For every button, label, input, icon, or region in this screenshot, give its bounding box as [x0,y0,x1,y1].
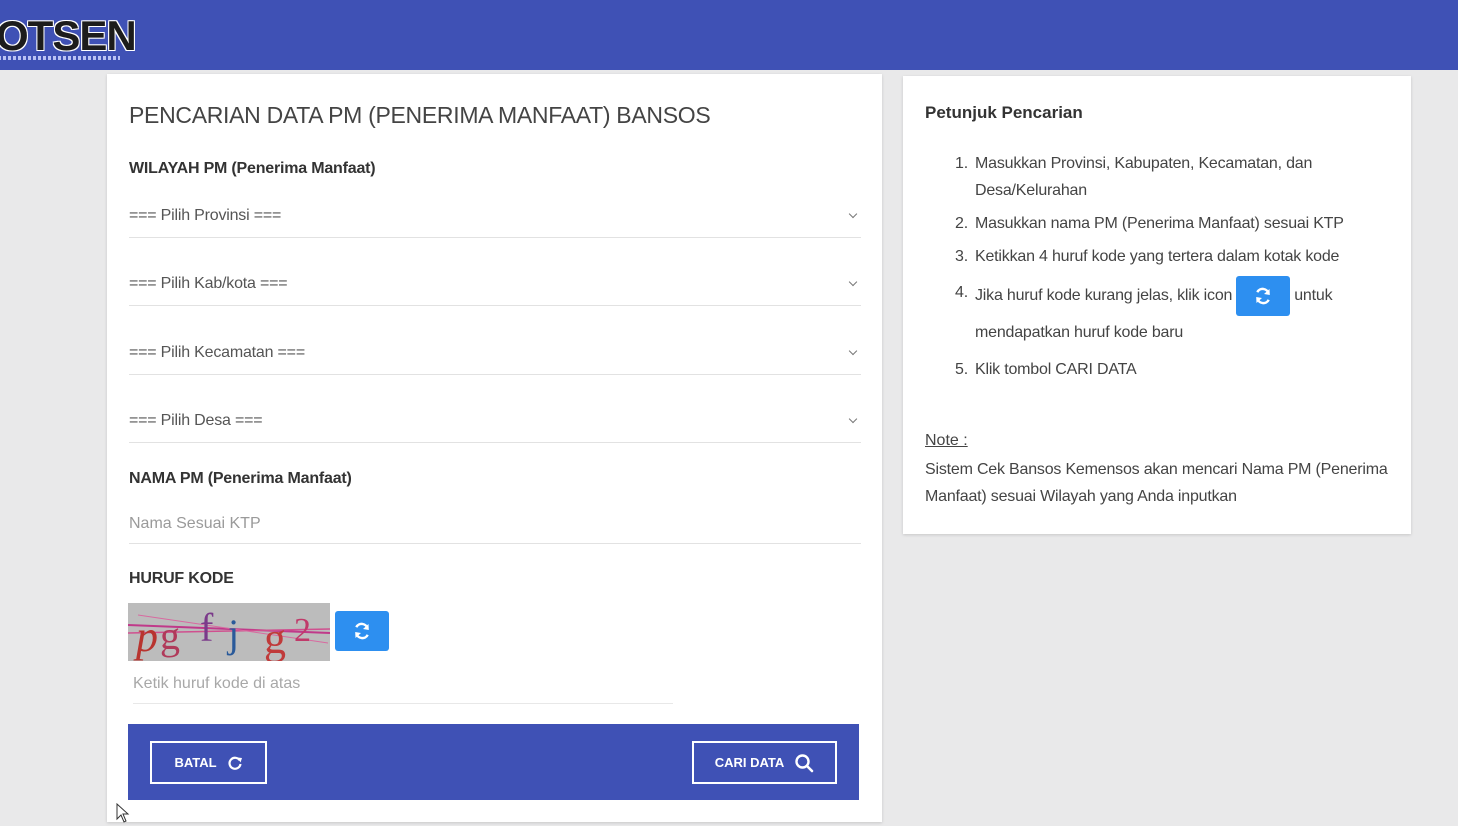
huruf-kode-label: HURUF KODE [129,570,234,587]
refresh-captcha-button[interactable] [335,611,389,651]
help-item-text: Masukkan Provinsi, Kabupaten, Kecamatan,… [975,155,1313,199]
site-logo[interactable]: OTSEN [0,10,137,70]
refresh-icon [1256,287,1271,305]
help-item-number: 2. [955,215,968,232]
top-header-bar: OTSEN [0,0,1458,70]
mouse-cursor-icon [116,803,130,823]
logo-tagline [0,56,120,60]
help-title: Petunjuk Pencarian [925,103,1083,122]
help-item-text: Ketikkan 4 huruf kode yang tertera dalam… [975,248,1340,265]
nama-label: NAMA PM (Penerima Manfaat) [129,470,352,487]
search-icon [795,753,814,772]
search-form-card: PENCARIAN DATA PM (PENERIMA MANFAAT) BAN… [107,74,882,822]
help-item-number: 4. [955,284,968,301]
provinsi-select-value: === Pilih Provinsi === [129,206,282,224]
chevron-down-icon [847,277,861,291]
note-label: Note : [925,432,968,449]
help-item: 5. Klik tombol CARI DATA [955,356,1395,383]
svg-text:g: g [160,613,180,658]
svg-text:f: f [200,605,214,650]
help-item: 3. Ketikkan 4 huruf kode yang tertera da… [955,243,1395,270]
refresh-icon-illustration [1236,276,1291,316]
help-card: Petunjuk Pencarian 1. Masukkan Provinsi,… [903,76,1411,534]
page-title: PENCARIAN DATA PM (PENERIMA MANFAAT) BAN… [129,102,711,128]
svg-text:g: g [264,614,286,661]
kecamatan-select-value: === Pilih Kecamatan === [129,343,305,361]
svg-text:j: j [226,611,239,656]
help-item-text: Masukkan nama PM (Penerima Manfaat) sesu… [975,215,1344,232]
svg-text:2: 2 [294,612,311,649]
help-item-number: 1. [955,155,968,172]
cari-data-button[interactable]: CARI DATA [692,741,837,784]
chevron-down-icon [847,346,861,360]
svg-text:p: p [133,612,158,661]
wilayah-label: WILAYAH PM (Penerima Manfaat) [129,160,376,177]
kabkota-select[interactable]: === Pilih Kab/kota === [129,262,861,306]
help-item-text: Jika huruf kode kurang jelas, klik icon [975,287,1233,305]
batal-button[interactable]: BATAL [150,741,267,784]
kecamatan-select[interactable]: === Pilih Kecamatan === [129,331,861,375]
refresh-icon [355,622,369,640]
help-item-number: 5. [955,361,968,378]
reset-icon [228,756,242,770]
desa-select[interactable]: === Pilih Desa === [129,399,861,443]
desa-select-value: === Pilih Desa === [129,411,263,429]
form-action-bar: BATAL CARI DATA [128,724,859,800]
help-list: 1. Masukkan Provinsi, Kabupaten, Kecamat… [955,150,1395,389]
help-item-number: 3. [955,248,968,265]
captcha-image: p g f j g 2 [128,603,330,661]
batal-button-label: BATAL [174,755,217,770]
logo-text: OTSEN [0,12,137,59]
nama-input[interactable] [129,504,861,544]
provinsi-select[interactable]: === Pilih Provinsi === [129,194,861,238]
chevron-down-icon [847,414,861,428]
help-item: 2. Masukkan nama PM (Penerima Manfaat) s… [955,210,1395,237]
help-item-text: Klik tombol CARI DATA [975,361,1137,378]
captcha-input[interactable] [133,664,673,704]
cari-data-button-label: CARI DATA [714,755,785,770]
kabkota-select-value: === Pilih Kab/kota === [129,274,288,292]
help-item: 1. Masukkan Provinsi, Kabupaten, Kecamat… [955,150,1395,204]
chevron-down-icon [847,209,861,223]
note-text: Sistem Cek Bansos Kemensos akan mencari … [925,461,1388,505]
help-item: 4. Jika huruf kode kurang jelas, klik ic… [955,276,1395,350]
